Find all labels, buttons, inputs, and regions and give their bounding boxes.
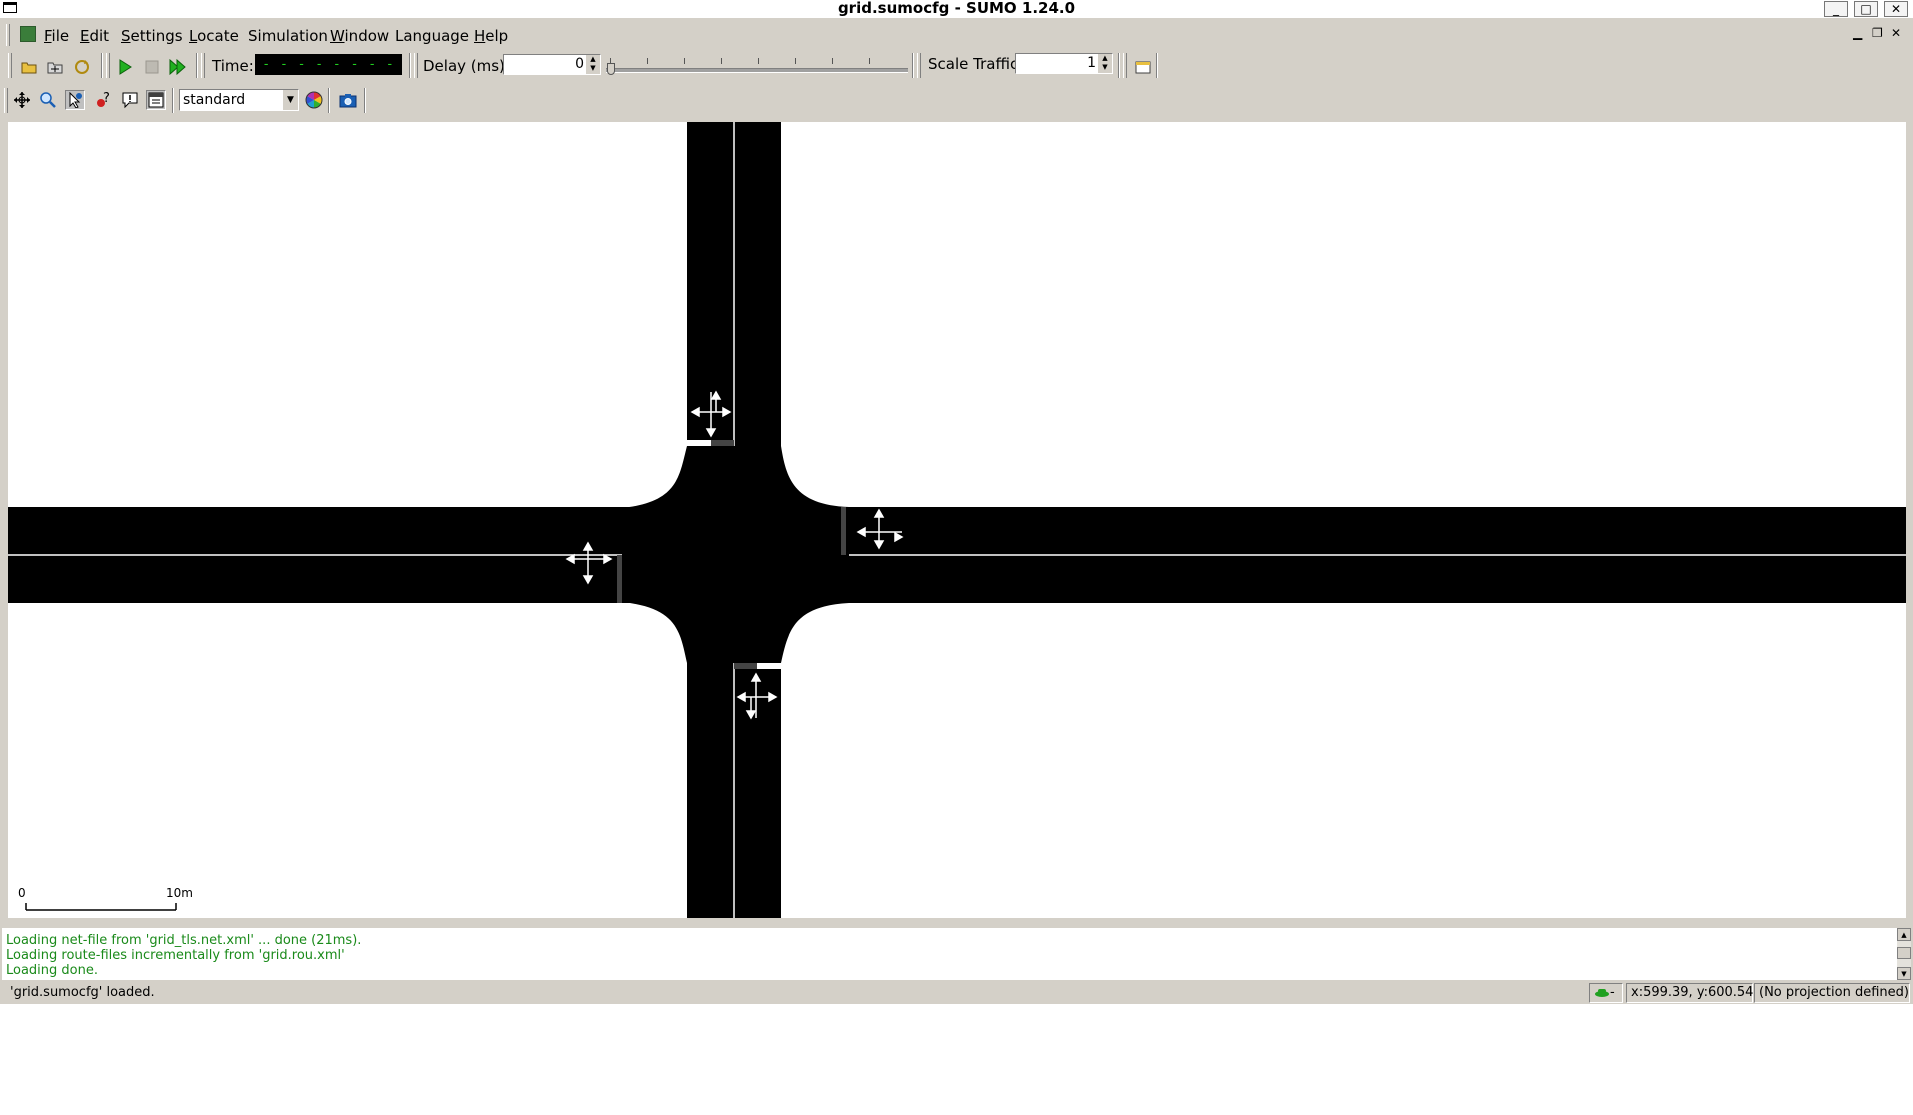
toolbar-separator <box>328 88 330 113</box>
menu-bar: File Edit Settings Locate Simulation Win… <box>0 22 1913 49</box>
message-line: Loading done. <box>6 963 98 978</box>
app-icon <box>20 26 36 42</box>
delay-value: 0 <box>575 56 584 72</box>
status-message: 'grid.sumocfg' loaded. <box>10 985 155 1000</box>
title-bar: grid.sumocfg - SUMO 1.24.0 _ □ ✕ <box>0 0 1913 18</box>
new-view-icon[interactable] <box>1134 58 1152 76</box>
run-icon[interactable] <box>116 58 134 76</box>
toolbar-separator <box>409 53 411 78</box>
vehicle-indicator: - <box>1589 983 1623 1003</box>
south-stop-line-red <box>734 663 757 669</box>
open-network-icon[interactable] <box>46 58 64 76</box>
toolbar-separator <box>1118 53 1120 78</box>
slider-thumb[interactable] <box>607 63 615 75</box>
toolbar-separator <box>172 88 174 113</box>
toolbar-grip[interactable] <box>201 53 205 78</box>
menu-help[interactable]: Help <box>474 27 508 45</box>
delay-spinner[interactable]: 0 ▲ ▼ <box>503 54 601 75</box>
toolbar-grip[interactable] <box>8 53 12 78</box>
menu-locate[interactable]: Locate <box>189 27 239 45</box>
reload-icon[interactable] <box>73 58 91 76</box>
south-stop-line <box>757 663 781 669</box>
menu-window[interactable]: Window <box>330 27 389 45</box>
maximize-button[interactable]: □ <box>1854 1 1878 17</box>
cursor-coordinates: x:599.39, y:600.54 <box>1626 983 1753 1003</box>
north-stop-line-red <box>711 440 734 446</box>
scroll-thumb[interactable] <box>1897 947 1911 959</box>
locate-icon[interactable]: ? <box>93 90 113 110</box>
toolbar-separator <box>1156 53 1158 78</box>
screenshot-icon[interactable] <box>338 90 358 110</box>
status-bar: 'grid.sumocfg' loaded. - x:599.39, y:600… <box>0 982 1913 1004</box>
message-line: Loading route-files incrementally from '… <box>6 948 345 963</box>
slider-ticks <box>610 58 904 64</box>
mdi-minimize-icon[interactable]: ▁ <box>1853 26 1862 40</box>
menu-simulation[interactable]: Simulation <box>248 27 328 45</box>
toolbar-separator <box>912 53 914 78</box>
scale-traffic-spinner[interactable]: 1 ▲ ▼ <box>1015 53 1113 74</box>
menubar-grip[interactable] <box>6 24 10 46</box>
toolbar-separator <box>364 88 366 113</box>
scale-traffic-label: Scale Traffic: <box>928 55 1024 73</box>
toolbar-grip[interactable] <box>4 88 8 113</box>
network-canvas[interactable]: 0 10m <box>8 122 1906 918</box>
road-network[interactable]: 0 10m <box>8 122 1906 918</box>
toolbar-grip[interactable] <box>106 53 110 78</box>
west-stop-line <box>617 555 622 603</box>
zoom-icon[interactable] <box>38 90 58 110</box>
menu-settings[interactable]: Settings <box>121 27 183 45</box>
recenter-icon[interactable] <box>12 90 32 110</box>
simulation-toolbar: Time: - - - - - - - - - - - - - - - Dela… <box>0 50 1913 80</box>
north-stop-line <box>687 440 711 446</box>
color-scheme-value: standard <box>183 92 246 108</box>
color-scheme-select[interactable]: standard ▼ <box>179 89 299 111</box>
east-stop-line <box>841 507 846 555</box>
mdi-close-icon[interactable]: ✕ <box>1891 26 1901 40</box>
time-display: - - - - - - - - - - - - - - - <box>255 54 402 75</box>
scroll-down-icon[interactable]: ▼ <box>1897 967 1911 980</box>
color-wheel-icon[interactable] <box>304 90 324 110</box>
scale-bar-start: 0 <box>18 886 26 900</box>
spinner-arrows-icon[interactable]: ▲ ▼ <box>586 55 600 74</box>
delay-label: Delay (ms): <box>423 57 510 75</box>
tooltip-icon[interactable] <box>120 90 140 110</box>
delay-slider[interactable] <box>606 58 908 78</box>
scale-traffic-value: 1 <box>1087 55 1096 71</box>
vehicle-count: - <box>1610 985 1615 1000</box>
stop-icon[interactable] <box>143 58 161 76</box>
slider-track <box>606 68 908 73</box>
minimize-button[interactable]: _ <box>1824 1 1848 17</box>
toolbar-separator <box>196 53 198 78</box>
projection-info: (No projection defined) <box>1754 983 1910 1003</box>
menu-edit[interactable]: Edit <box>80 27 109 45</box>
car-icon <box>1595 989 1609 997</box>
scale-bar-end: 10m <box>166 886 193 900</box>
select-mode-icon[interactable] <box>65 90 85 110</box>
junction[interactable] <box>622 446 849 663</box>
step-icon[interactable] <box>169 58 187 76</box>
message-line: Loading net-file from 'grid_tls.net.xml'… <box>6 933 362 948</box>
spinner-arrows-icon[interactable]: ▲ ▼ <box>1098 54 1112 73</box>
open-simulation-icon[interactable] <box>20 58 38 76</box>
toolbar-grip[interactable] <box>414 53 418 78</box>
scale-bar: 0 10m <box>18 886 193 911</box>
view-toolbar: ? standard ▼ <box>0 85 1913 116</box>
menu-icon[interactable] <box>146 90 166 110</box>
time-label: Time: <box>212 57 254 75</box>
message-window[interactable]: Loading net-file from 'grid_tls.net.xml'… <box>2 928 1897 980</box>
toolbar-grip[interactable] <box>917 53 921 78</box>
window-title: grid.sumocfg - SUMO 1.24.0 <box>837 0 1076 17</box>
scroll-up-icon[interactable]: ▲ <box>1897 928 1911 941</box>
mdi-restore-icon[interactable]: ❐ <box>1872 26 1883 40</box>
toolbar-grip[interactable] <box>1123 53 1127 78</box>
menu-file[interactable]: File <box>44 27 69 45</box>
message-scrollbar[interactable]: ▲ ▼ <box>1897 928 1911 980</box>
toolbar-separator <box>101 53 103 78</box>
sumo-window: grid.sumocfg - SUMO 1.24.0 _ □ ✕ File Ed… <box>0 0 1913 1004</box>
svg-text:?: ? <box>103 91 110 106</box>
menu-language[interactable]: Language <box>395 27 469 45</box>
close-button[interactable]: ✕ <box>1884 1 1908 17</box>
chevron-down-icon[interactable]: ▼ <box>283 90 298 110</box>
